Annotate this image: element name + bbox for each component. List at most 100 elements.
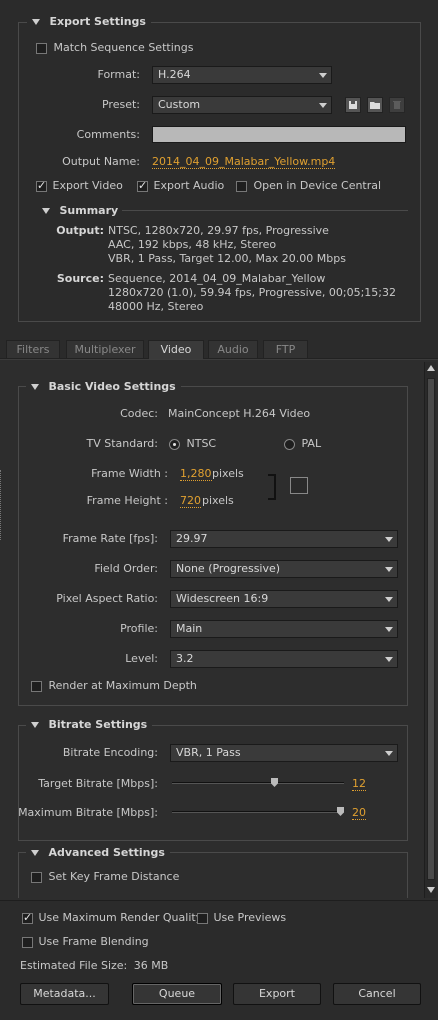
profile-label: Profile: — [120, 622, 158, 635]
profile-value: Main — [176, 622, 203, 635]
frame-width-value[interactable]: 1,280 — [180, 467, 212, 481]
summary-source-line: Sequence, 2014_04_09_Malabar_Yellow — [108, 272, 326, 285]
checkbox-icon — [22, 911, 33, 924]
scroll-down-icon[interactable] — [427, 887, 435, 893]
use-previews-label: Use Previews — [213, 911, 287, 924]
level-label: Level: — [125, 652, 158, 665]
checkbox-icon — [236, 180, 247, 192]
frame-width-unit: pixels — [212, 467, 244, 480]
save-preset-icon[interactable] — [345, 97, 361, 113]
ntsc-radio[interactable]: NTSC — [169, 437, 216, 450]
render-max-depth-checkbox[interactable]: Render at Maximum Depth — [31, 679, 197, 692]
chevron-down-icon — [319, 73, 327, 78]
radio-icon — [169, 438, 180, 450]
checkbox-icon — [137, 179, 148, 192]
cancel-button[interactable]: Cancel — [333, 983, 421, 1005]
chevron-down-icon — [385, 627, 393, 632]
panel-resize-handle[interactable] — [0, 470, 3, 540]
profile-select[interactable]: Main — [170, 620, 398, 638]
format-select[interactable]: H.264 — [152, 66, 332, 84]
tab-filters[interactable]: Filters — [6, 340, 60, 359]
scroll-thumb[interactable] — [427, 378, 435, 880]
queue-button[interactable]: Queue — [132, 983, 222, 1005]
constrain-proportions-checkbox[interactable] — [290, 477, 308, 494]
slider-knob[interactable] — [271, 778, 278, 787]
summary-output-line: AAC, 192 kbps, 48 kHz, Stereo — [108, 238, 277, 251]
level-select[interactable]: 3.2 — [170, 650, 398, 668]
use-previews-checkbox[interactable]: Use Previews — [197, 911, 286, 924]
max-bitrate-label: Maximum Bitrate [Mbps]: — [18, 806, 158, 819]
key-frame-checkbox[interactable]: Set Key Frame Distance — [31, 870, 179, 883]
par-select[interactable]: Widescreen 16:9 — [170, 590, 398, 608]
pal-radio[interactable]: PAL — [284, 437, 321, 450]
slider-knob[interactable] — [337, 807, 344, 816]
tab-audio[interactable]: Audio — [208, 340, 258, 359]
est-file-size-label: Estimated File Size: — [20, 959, 128, 972]
basic-video-toggle[interactable]: Basic Video Settings — [26, 380, 181, 393]
link-bracket — [268, 474, 276, 500]
est-file-size-value: 36 MB — [133, 959, 169, 972]
preset-select[interactable]: Custom — [152, 96, 332, 114]
collapse-triangle-icon — [32, 19, 40, 25]
chevron-down-icon — [385, 537, 393, 542]
device-central-checkbox[interactable]: Open in Device Central — [236, 179, 381, 192]
slider-track — [172, 811, 344, 813]
match-sequence-label: Match Sequence Settings — [53, 41, 194, 54]
format-value: H.264 — [158, 68, 191, 81]
est-file-size: Estimated File Size: 36 MB — [20, 959, 168, 972]
chevron-down-icon — [385, 597, 393, 602]
frame-rate-select[interactable]: 29.97 — [170, 530, 398, 548]
tab-ftp[interactable]: FTP — [263, 340, 308, 359]
export-button[interactable]: Export — [233, 983, 321, 1005]
delete-preset-icon[interactable] — [389, 97, 405, 113]
max-bitrate-slider[interactable] — [172, 806, 344, 820]
radio-icon — [284, 438, 295, 450]
bitrate-toggle[interactable]: Bitrate Settings — [26, 718, 153, 731]
bitrate-encoding-label: Bitrate Encoding: — [62, 746, 158, 759]
codec-label: Codec: — [120, 407, 158, 420]
tab-multiplexer[interactable]: Multiplexer — [66, 340, 144, 359]
export-video-label: Export Video — [52, 179, 123, 192]
checkbox-icon — [31, 871, 42, 883]
frame-height-label: Frame Height : — [86, 494, 168, 507]
field-order-select[interactable]: None (Progressive) — [170, 560, 398, 578]
export-settings-toggle[interactable]: Export Settings — [27, 15, 151, 28]
output-name-link[interactable]: 2014_04_09_Malabar_Yellow.mp4 — [152, 155, 336, 169]
tab-video[interactable]: Video — [148, 340, 204, 360]
chevron-down-icon — [385, 567, 393, 572]
frame-blending-label: Use Frame Blending — [38, 935, 149, 948]
frame-height-unit: pixels — [202, 494, 234, 507]
field-order-label: Field Order: — [94, 562, 158, 575]
comments-input[interactable] — [152, 126, 406, 143]
render-max-depth-label: Render at Maximum Depth — [48, 679, 197, 692]
vertical-scrollbar[interactable] — [424, 362, 436, 898]
summary-source-line: 1280x720 (1.0), 59.94 fps, Progressive, … — [108, 286, 397, 299]
export-video-checkbox[interactable]: Export Video — [36, 179, 123, 192]
preset-value: Custom — [158, 98, 201, 111]
target-bitrate-value[interactable]: 12 — [352, 777, 366, 791]
frame-blending-checkbox[interactable]: Use Frame Blending — [22, 935, 149, 948]
codec-value: MainConcept H.264 Video — [168, 407, 311, 420]
checkbox-icon — [36, 179, 47, 192]
summary-output-line: VBR, 1 Pass, Target 12.00, Max 20.00 Mbp… — [108, 252, 346, 265]
bitrate-encoding-select[interactable]: VBR, 1 Pass — [170, 744, 398, 762]
advanced-header: Advanced Settings — [48, 846, 165, 859]
pal-label: PAL — [301, 437, 322, 450]
advanced-toggle[interactable]: Advanced Settings — [26, 846, 170, 859]
summary-toggle[interactable]: Summary — [42, 204, 118, 217]
frame-height-value[interactable]: 720 — [180, 494, 201, 508]
max-render-quality-checkbox[interactable]: Use Maximum Render Quality — [22, 911, 202, 924]
chevron-down-icon — [319, 103, 327, 108]
import-preset-icon[interactable] — [367, 97, 383, 113]
match-sequence-checkbox[interactable]: Match Sequence Settings — [36, 41, 193, 54]
max-bitrate-value[interactable]: 20 — [352, 806, 366, 820]
target-bitrate-slider[interactable] — [172, 777, 344, 791]
summary-divider — [122, 210, 408, 211]
metadata-button[interactable]: Metadata... — [20, 983, 109, 1005]
ntsc-label: NTSC — [186, 437, 217, 450]
checkbox-icon — [31, 680, 42, 692]
level-value: 3.2 — [176, 652, 194, 665]
export-audio-checkbox[interactable]: Export Audio — [137, 179, 224, 192]
scroll-up-icon[interactable] — [427, 365, 435, 371]
collapse-triangle-icon — [31, 850, 39, 856]
